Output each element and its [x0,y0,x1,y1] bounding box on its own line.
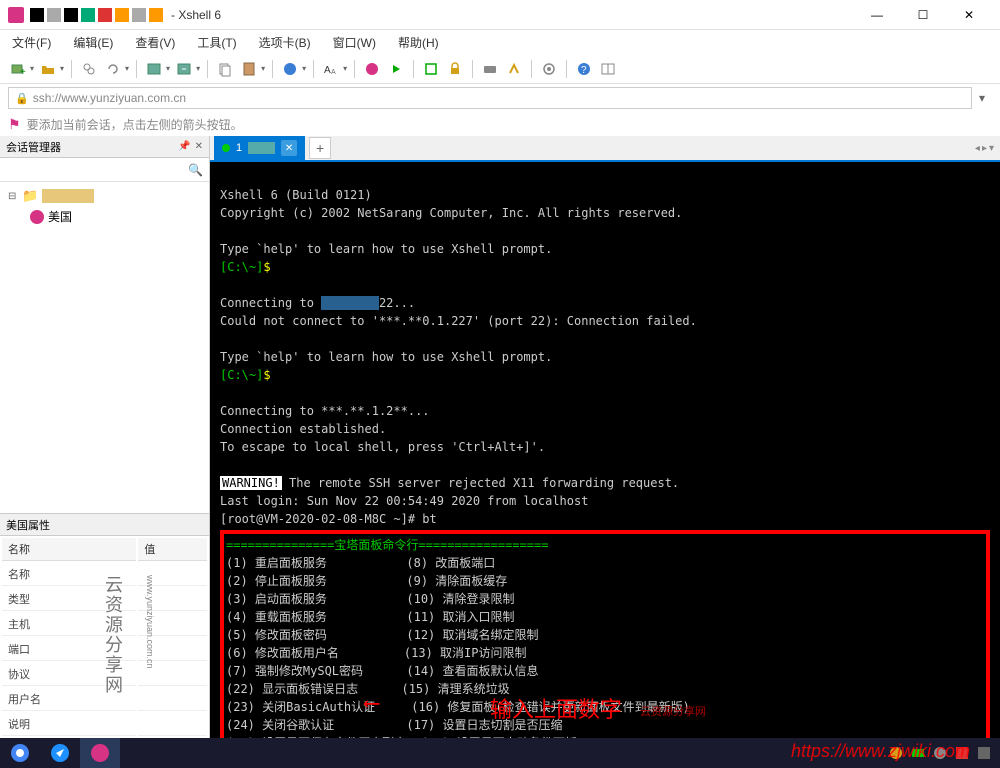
tabstrip: 1 xx ✕ + ◂ ▸ ▾ [210,136,1000,162]
keyboard-button[interactable] [480,59,500,79]
tray-icon[interactable] [932,745,948,761]
address-protocol: ssh:// [33,91,62,105]
font-button[interactable]: AA [321,59,341,79]
help-button[interactable]: ? [574,59,594,79]
tab-nav: ◂ ▸ ▾ [975,143,1000,154]
tray-icon[interactable] [910,745,926,761]
taskbar-app2-icon[interactable] [40,738,80,768]
table-row: 用户名 [2,688,207,711]
play-button[interactable] [386,59,406,79]
search-icon[interactable]: 🔍 [188,163,203,177]
system-tray [888,745,1000,761]
svg-text:+: + [20,67,26,77]
content-area: 1 xx ✕ + ◂ ▸ ▾ Xshell 6 (Build 0121) Cop… [210,136,1000,738]
tip-bar: ⚑ 要添加当前会话，点击左侧的箭头按钮。 [0,112,1000,136]
bt-menu-box: ===============宝塔面板命令行==================… [220,530,990,738]
tree-child-label: 美国 [48,208,72,225]
props-col-value: 值 [138,538,207,561]
table-row: 名称 [2,563,207,586]
session-icon [30,210,44,224]
session-panel-header: 会话管理器 📌 ✕ [0,136,209,158]
address-input[interactable]: 🔒 ssh:// www.yunziyuan.com.cn [8,87,972,109]
settings-button[interactable] [539,59,559,79]
tree-root-node[interactable]: ⊟ 📁 xx [4,186,205,206]
session-search-row: 🔍 [0,158,209,182]
menu-help[interactable]: 帮助(H) [394,32,443,53]
layout-button[interactable] [598,59,618,79]
record-button[interactable] [362,59,382,79]
paste-button[interactable] [239,59,259,79]
copy-button[interactable] [215,59,235,79]
window-title: - Xshell 6 [171,8,221,22]
session-tab[interactable]: 1 xx ✕ [214,136,305,160]
panel-close-icon[interactable]: ✕ [195,141,203,152]
tip-text: 要添加当前会话，点击左侧的箭头按钮。 [27,116,243,133]
tab-next-icon[interactable]: ▸ [982,143,987,154]
svg-text:A: A [331,69,336,76]
table-row: 说明 [2,713,207,736]
fullscreen-button[interactable] [421,59,441,79]
new-session-button[interactable]: + [8,59,28,79]
table-row: 类型 [2,588,207,611]
tab-label: 1 [236,142,242,154]
add-tab-button[interactable]: + [309,137,331,159]
globe-button[interactable] [280,59,300,79]
props-col-name: 名称 [2,538,136,561]
address-host: www.yunziyuan.com.cn [61,91,186,105]
taskbar-xshell-icon[interactable] [80,738,120,768]
tray-icon[interactable] [888,745,904,761]
properties-header: 美国属性 [0,514,209,536]
open-button[interactable] [38,59,58,79]
lock-button[interactable] [445,59,465,79]
taskbar [0,738,1000,768]
menu-tabs[interactable]: 选项卡(B) [255,32,315,53]
folder-icon: 📁 [22,188,38,204]
menu-window[interactable]: 窗口(W) [329,32,380,53]
tab-close-icon[interactable]: ✕ [281,140,297,156]
menubar: 文件(F) 编辑(E) 查看(V) 工具(T) 选项卡(B) 窗口(W) 帮助(… [0,30,1000,54]
minimize-button[interactable]: — [854,0,900,30]
table-row: 主机 [2,613,207,636]
tree-child-node[interactable]: 美国 [4,206,205,227]
menu-tools[interactable]: 工具(T) [193,32,240,53]
collapse-icon[interactable]: ⊟ [8,191,18,202]
connected-icon [222,144,230,152]
highlight-button[interactable] [504,59,524,79]
menu-edit[interactable]: 编辑(E) [69,32,117,53]
pin-icon[interactable]: 📌 [178,141,190,152]
tab-prev-icon[interactable]: ◂ [975,143,980,154]
table-row: 协议 [2,663,207,686]
properties-table: 名称值 名称 类型 主机 端口 协议 用户名 说明 [0,536,209,738]
menu-file[interactable]: 文件(F) [8,32,55,53]
session-panel-title: 会话管理器 [6,139,61,155]
tree-root-label: xx [42,189,94,203]
properties-panel: 美国属性 名称值 名称 类型 主机 端口 协议 用户名 说明 [0,513,209,738]
tab-list-icon[interactable]: ▾ [989,143,994,154]
maximize-button[interactable]: ☐ [900,0,946,30]
transfer-button[interactable] [144,59,164,79]
transfer2-button[interactable] [174,59,194,79]
title-marks [30,8,163,22]
table-row: 端口 [2,638,207,661]
flag-icon: ⚑ [8,116,21,133]
lock-icon: 🔒 [15,92,29,105]
tray-icon[interactable] [976,745,992,761]
tray-icon[interactable] [954,745,970,761]
reconnect-button[interactable] [103,59,123,79]
menu-view[interactable]: 查看(V) [131,32,179,53]
addressbar: 🔒 ssh:// www.yunziyuan.com.cn ▾ [0,84,1000,112]
app-icon [8,7,24,23]
taskbar-chrome-icon[interactable] [0,738,40,768]
session-tree: ⊟ 📁 xx 美国 [0,182,209,513]
titlebar: - Xshell 6 — ☐ ✕ [0,0,1000,30]
link-button[interactable] [79,59,99,79]
svg-text:?: ? [581,65,587,76]
address-dropdown[interactable]: ▾ [972,91,992,105]
properties-title: 美国属性 [6,517,50,533]
svg-text:A: A [324,65,331,76]
sidebar: 会话管理器 📌 ✕ 🔍 ⊟ 📁 xx 美国 美国属性 [0,136,210,738]
close-button[interactable]: ✕ [946,0,992,30]
toolbar: +▾ ▾ ▾ ▾ ▾ ▾ ▾ AA▾ ? [0,54,1000,84]
terminal[interactable]: Xshell 6 (Build 0121) Copyright (c) 2002… [210,162,1000,738]
